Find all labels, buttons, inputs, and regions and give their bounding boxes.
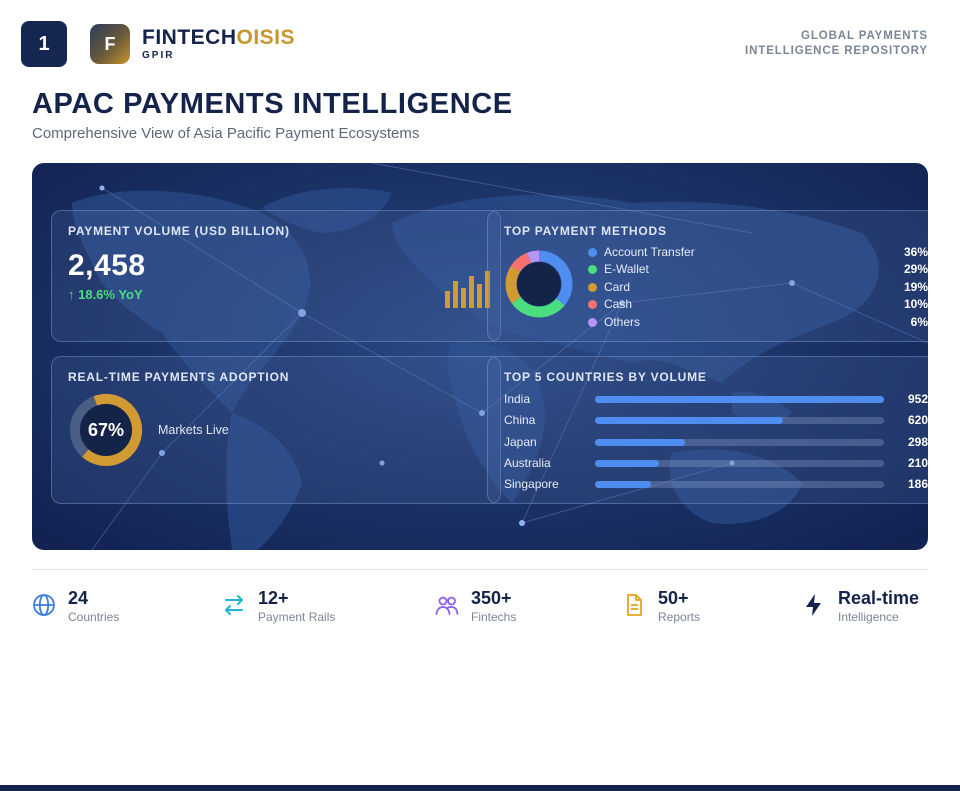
payment-method-row: Card 19% bbox=[586, 280, 928, 297]
payment-method-percent: 10% bbox=[903, 297, 928, 312]
payment-method-row: E-Wallet 29% bbox=[586, 262, 928, 279]
country-row: Australia 210 bbox=[504, 456, 928, 477]
page-subtitle: Comprehensive View of Asia Pacific Payme… bbox=[32, 125, 420, 142]
document-icon bbox=[627, 594, 642, 616]
stat-label: Payment Rails bbox=[258, 610, 336, 624]
page-number-badge: 1 bbox=[21, 21, 67, 67]
adoption-caption: Markets Live bbox=[158, 423, 229, 437]
payment-method-name: Others bbox=[604, 314, 641, 329]
country-name: China bbox=[504, 413, 536, 428]
repository-tag: GLOBAL PAYMENTS INTELLIGENCE REPOSITORY bbox=[745, 29, 928, 59]
top-countries-label: TOP 5 COUNTRIES BY VOLUME bbox=[504, 370, 707, 384]
country-bar-fill bbox=[595, 417, 784, 425]
payment-methods-card: TOP PAYMENT METHODS Account Transfer 36%… bbox=[487, 210, 928, 342]
lightning-icon bbox=[806, 594, 821, 616]
country-bar-track bbox=[595, 396, 884, 403]
users-icon bbox=[435, 596, 459, 615]
country-row: Japan 298 bbox=[504, 435, 928, 456]
stat-intelligence: Real-time Intelligence bbox=[802, 588, 932, 628]
country-bar-track bbox=[595, 417, 884, 425]
payment-method-percent: 29% bbox=[903, 262, 928, 277]
country-row: India 952 bbox=[504, 392, 928, 413]
brand: FINTECHOISIS GPIR bbox=[142, 27, 295, 62]
stat-value: Real-time bbox=[838, 588, 920, 608]
payment-methods-label: TOP PAYMENT METHODS bbox=[504, 224, 667, 238]
country-row: China 620 bbox=[504, 413, 928, 434]
stat-value: 12+ bbox=[258, 588, 289, 608]
page-title: APAC PAYMENTS INTELLIGENCE bbox=[32, 88, 513, 120]
page: 1 F FINTECHOISIS GPIR GLOBAL PAYMENTS IN… bbox=[0, 0, 960, 791]
country-value: 952 bbox=[907, 392, 928, 406]
payment-method-row: Others 6% bbox=[586, 315, 928, 332]
stat-label: Intelligence bbox=[838, 610, 899, 624]
country-value: 210 bbox=[907, 455, 928, 470]
payment-volume-change: ↑ 18.6% YoY bbox=[68, 287, 143, 302]
payment-volume-card: PAYMENT VOLUME (USD BILLION) 2,458 ↑ 18.… bbox=[51, 210, 501, 342]
payment-volume-label: PAYMENT VOLUME (USD BILLION) bbox=[68, 224, 290, 238]
transfer-arrows-icon bbox=[225, 595, 243, 615]
country-row: Singapore 186 bbox=[504, 477, 928, 498]
stat-value: 24 bbox=[68, 588, 89, 608]
globe-icon bbox=[33, 594, 55, 616]
payment-methods-list: Account Transfer 36% E-Wallet 29% Card 1… bbox=[586, 245, 928, 332]
stat-label: Fintechs bbox=[471, 610, 517, 624]
payment-methods-donut bbox=[505, 250, 573, 318]
payment-method-name: E-Wallet bbox=[604, 262, 649, 277]
payment-method-row: Account Transfer 36% bbox=[586, 245, 928, 262]
payment-method-dot bbox=[588, 248, 597, 257]
bottom-strip bbox=[0, 785, 960, 791]
stat-countries: 24 Countries bbox=[32, 588, 182, 628]
payment-method-percent: 19% bbox=[903, 279, 928, 294]
country-value: 298 bbox=[907, 434, 928, 449]
payment-volume-value: 2,458 bbox=[68, 249, 146, 282]
payment-method-name: Cash bbox=[604, 297, 633, 312]
brand-name: FINTECHOISIS bbox=[142, 27, 295, 49]
stat-payment-rails: 12+ Payment Rails bbox=[222, 588, 372, 628]
realtime-adoption-label: REAL-TIME PAYMENTS ADOPTION bbox=[68, 370, 290, 384]
brand-name-accent: OISIS bbox=[236, 26, 296, 49]
stat-value: 350+ bbox=[471, 588, 512, 608]
country-name: India bbox=[504, 392, 531, 406]
logo-mark: F bbox=[90, 24, 130, 64]
payment-method-name: Account Transfer bbox=[604, 245, 695, 259]
payment-method-dot bbox=[588, 265, 597, 275]
stat-value: 50+ bbox=[658, 588, 689, 608]
payment-method-name: Card bbox=[604, 279, 631, 294]
stat-label: Countries bbox=[68, 610, 120, 624]
country-bar-fill bbox=[595, 438, 686, 446]
payment-method-percent: 36% bbox=[903, 245, 928, 259]
country-bar-fill bbox=[595, 396, 884, 403]
repository-tag-line1: GLOBAL PAYMENTS bbox=[800, 30, 928, 42]
payment-method-dot bbox=[588, 282, 597, 292]
stat-fintechs: 350+ Fintechs bbox=[435, 588, 585, 628]
country-value: 186 bbox=[907, 477, 928, 492]
country-value: 620 bbox=[907, 413, 928, 428]
hero-panel: PAYMENT VOLUME (USD BILLION) 2,458 ↑ 18.… bbox=[32, 163, 928, 550]
country-bar-fill bbox=[595, 459, 659, 467]
payment-method-dot bbox=[588, 317, 597, 327]
repository-tag-line2: INTELLIGENCE REPOSITORY bbox=[745, 45, 928, 57]
payment-method-percent: 6% bbox=[910, 314, 928, 329]
top-countries-card: TOP 5 COUNTRIES BY VOLUME India 952 Chin… bbox=[487, 356, 928, 504]
stat-reports: 50+ Reports bbox=[622, 588, 772, 628]
country-name: Australia bbox=[504, 455, 551, 470]
country-bar-track bbox=[595, 459, 884, 467]
brand-name-primary: FINTECH bbox=[142, 26, 237, 49]
adoption-percent: 67% bbox=[87, 419, 125, 440]
stat-label: Reports bbox=[658, 610, 701, 624]
country-name: Japan bbox=[504, 434, 537, 449]
country-name: Singapore bbox=[504, 477, 559, 492]
realtime-adoption-card: REAL-TIME PAYMENTS ADOPTION 67% Markets … bbox=[51, 356, 501, 504]
payment-method-row: Cash 10% bbox=[586, 297, 928, 314]
country-bar-fill bbox=[595, 481, 652, 489]
section-divider bbox=[32, 569, 928, 570]
country-bar-track bbox=[595, 438, 884, 446]
country-list: India 952 China 620 Japan 298 Australia bbox=[504, 392, 928, 498]
country-bar-track bbox=[595, 481, 884, 489]
payment-method-dot bbox=[588, 300, 597, 310]
brand-subtitle: GPIR bbox=[142, 50, 175, 61]
